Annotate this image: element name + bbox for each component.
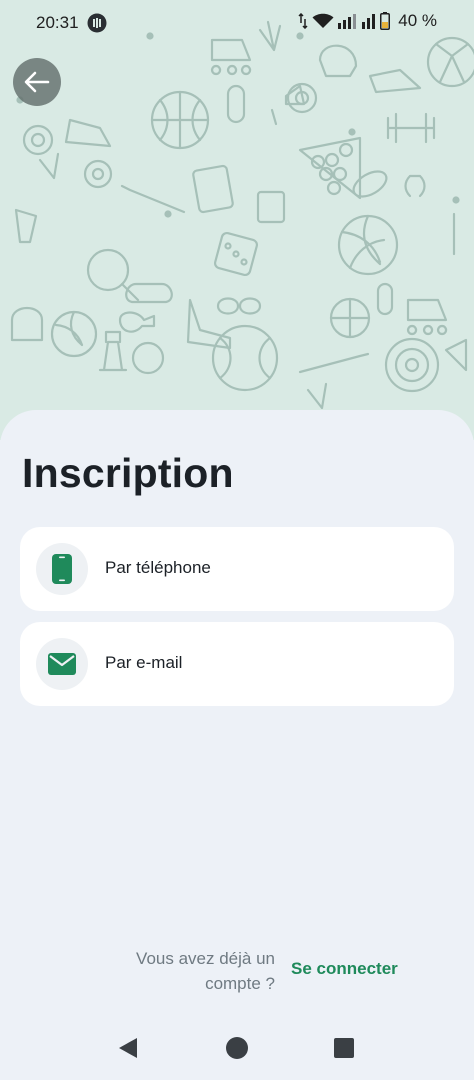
sports-pattern-background bbox=[0, 0, 474, 440]
arrow-left-icon bbox=[24, 71, 50, 93]
nav-recents-icon[interactable] bbox=[334, 1038, 354, 1058]
status-indicators: 40 % bbox=[298, 11, 437, 31]
page-title: Inscription bbox=[22, 450, 234, 496]
signup-by-email-label: Par e-mail bbox=[105, 653, 183, 672]
nav-home-icon[interactable] bbox=[226, 1037, 248, 1059]
wifi-icon bbox=[312, 13, 334, 28]
mail-icon bbox=[48, 653, 76, 675]
sports-pattern-illustration bbox=[10, 20, 474, 410]
signup-by-phone-label: Par téléphone bbox=[105, 558, 211, 577]
back-button[interactable] bbox=[13, 58, 61, 106]
system-navigation-bar bbox=[0, 1020, 474, 1080]
signup-by-phone-option[interactable]: Par téléphone bbox=[20, 527, 454, 611]
email-icon-container bbox=[36, 638, 88, 690]
data-transfer-icon bbox=[298, 13, 308, 29]
battery-percentage: 40 % bbox=[398, 11, 437, 30]
login-link[interactable]: Se connecter bbox=[291, 959, 398, 979]
nav-back-icon[interactable] bbox=[117, 1036, 139, 1060]
smartphone-icon bbox=[52, 554, 72, 584]
phone-icon-container bbox=[36, 543, 88, 595]
status-bar: 20:31 40 % bbox=[0, 0, 474, 46]
notification-app-icon bbox=[87, 13, 107, 33]
battery-icon bbox=[380, 12, 391, 30]
signup-by-email-option[interactable]: Par e-mail bbox=[20, 622, 454, 706]
signal-secondary-icon bbox=[362, 14, 376, 29]
signup-sheet: Inscription Par téléphone Par e-mail Vou… bbox=[0, 410, 474, 1080]
existing-account-question: Vous avez déjà un compte ? bbox=[136, 949, 275, 993]
status-time: 20:31 bbox=[36, 13, 79, 32]
signal-icon bbox=[338, 14, 357, 29]
